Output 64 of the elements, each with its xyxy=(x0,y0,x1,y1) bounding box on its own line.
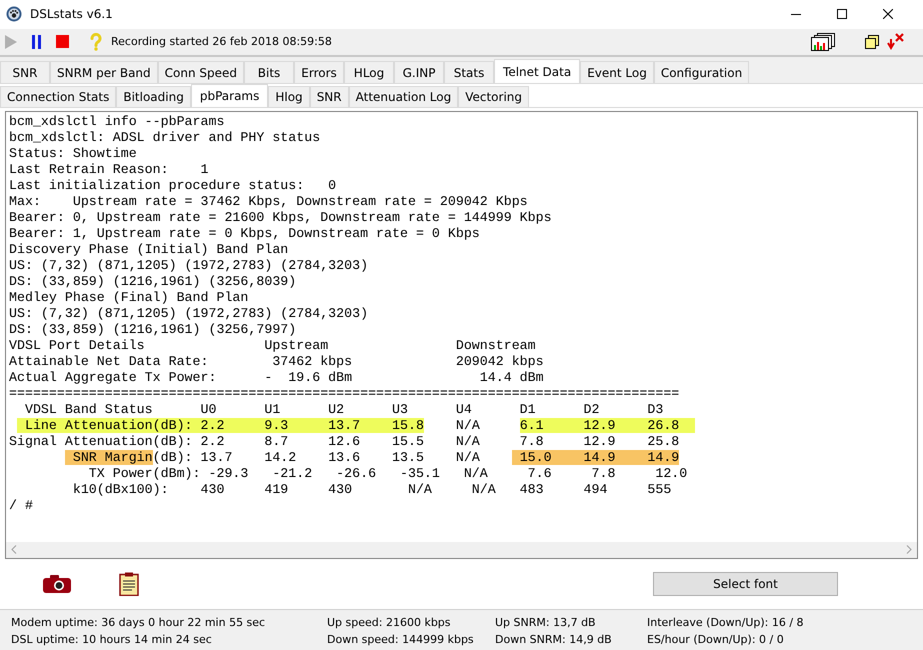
stop-icon[interactable] xyxy=(56,35,69,48)
tab[interactable]: Bitloading xyxy=(116,86,191,107)
close-icon[interactable] xyxy=(883,9,893,20)
status-text: Interleave (Down/Up): 16 / 8 xyxy=(647,616,805,629)
tab[interactable]: G.INP xyxy=(394,61,444,83)
tab[interactable]: Hlog xyxy=(268,86,310,107)
tab[interactable]: Configuration xyxy=(654,61,750,83)
terminal-line: VDSL Port Details Upstream Downstream xyxy=(9,338,537,354)
terminal-line: Max: Upstream rate = 37462 Kbps, Downstream rate = 209042 Kbps xyxy=(9,194,529,210)
clipboard-icon[interactable] xyxy=(119,572,139,596)
status-text: Up speed: 21600 kbps xyxy=(327,616,452,629)
tab[interactable]: HLog xyxy=(344,61,394,83)
terminal-line: Signal Attenuation(dB): 2.2 8.7 12.6 15.5 N/A 7.8 12.9 25.8 xyxy=(9,434,680,450)
terminal-line: Bearer: 1, Upstream rate = 0 Kbps, Downstream rate = 0 Kbps xyxy=(9,226,481,242)
maximize-icon[interactable] xyxy=(837,9,847,20)
status-text: ES/hour (Down/Up): 0 / 0 xyxy=(647,632,785,646)
tab[interactable]: Conn Speed xyxy=(158,61,244,83)
tab[interactable]: Attenuation Log xyxy=(348,86,458,107)
status-text: Modem uptime: 36 days 0 hour 22 min 55 sec xyxy=(11,616,266,629)
terminal-line: DS: (33,859) (1216,1961) (3256,8039) xyxy=(9,274,298,290)
app-icon xyxy=(6,6,22,22)
tab[interactable]: SNRM per Band xyxy=(50,61,158,83)
tab[interactable]: SNR xyxy=(310,86,349,107)
tab[interactable]: pbParams xyxy=(190,84,268,107)
terminal-line: DS: (33,859) (1216,1961) (3256,7997) xyxy=(9,322,298,338)
recording-status: Recording started 26 feb 2018 08:59:58 xyxy=(111,35,332,48)
camera-icon[interactable] xyxy=(43,574,71,593)
terminal-line: / # xyxy=(9,498,34,514)
tab[interactable]: Errors xyxy=(294,61,344,83)
windows-icon[interactable] xyxy=(865,34,879,49)
terminal-line: Discovery Phase (Initial) Band Plan xyxy=(9,242,290,258)
exit-icon[interactable] xyxy=(887,32,905,51)
status-text: DSL uptime: 10 hours 14 min 24 sec xyxy=(11,632,213,646)
terminal-line: Status: Showtime xyxy=(9,146,138,162)
terminal-line: VDSL Band Status U0 U1 U2 U3 U4 D1 D2 D3 xyxy=(24,402,664,418)
terminal-line: Last initialization procedure status: 0 xyxy=(9,178,338,194)
window-title: DSLstats v6.1 xyxy=(30,7,113,22)
terminal-line: US: (7,32) (871,1205) (1972,2783) (2784,3203) xyxy=(9,306,370,322)
tab[interactable]: Vectoring xyxy=(458,86,530,107)
tab[interactable]: Event Log xyxy=(580,61,654,83)
tab[interactable]: Bits xyxy=(244,61,294,83)
terminal-line: bcm_xdslctl: ADSL driver and PHY status xyxy=(9,130,322,146)
terminal-line: US: (7,32) (871,1205) (1972,2783) (2784,3203) xyxy=(9,258,370,274)
terminal-line: Bearer: 0, Upstream rate = 21600 Kbps, Downstream rate = 144999 Kbps xyxy=(9,210,553,226)
terminal-line: ==================================================================================== xyxy=(9,386,680,402)
chart-windows-icon[interactable] xyxy=(811,32,835,51)
terminal-line: Last Retrain Reason: 1 xyxy=(9,162,210,178)
terminal-line: k10(dBx100): 430 419 430 N/A N/A 483 494 555 xyxy=(72,482,672,498)
terminal-line: Line Attenuation(dB): 2.2 9.3 13.7 15.8 N/A 6.1 12.9 26.8 xyxy=(9,418,917,434)
terminal-line: Attainable Net Data Rate: 37462 kbps 209042 kbps xyxy=(9,354,545,370)
tab[interactable]: SNR xyxy=(0,61,50,83)
tab[interactable]: Telnet Data xyxy=(494,59,580,83)
select-font-button[interactable]: Select font xyxy=(653,572,838,596)
terminal-line: TX Power(dBm): -29.3 -21.2 -26.6 -35.1 N/A 7.6 7.8 12.0 xyxy=(88,466,688,482)
terminal-line: SNR Margin(dB): 13.7 14.2 13.6 13.5 N/A 15.0 14.9 14.9 xyxy=(9,450,917,466)
pause-icon[interactable] xyxy=(32,34,42,49)
tab[interactable]: Connection Stats xyxy=(0,86,116,107)
terminal-line: Medley Phase (Final) Band Plan xyxy=(9,290,250,306)
terminal-line: bcm_xdslctl info --pbParams xyxy=(9,114,226,130)
terminal-line: Actual Aggregate Tx Power: - 19.6 dBm 14.4 dBm xyxy=(9,370,545,386)
status-text: Down speed: 144999 kbps xyxy=(327,632,475,646)
status-text: Down SNRM: 14,9 dB xyxy=(495,632,613,646)
status-text: Up SNRM: 13,7 dB xyxy=(495,616,597,629)
tab[interactable]: Stats xyxy=(444,61,494,83)
